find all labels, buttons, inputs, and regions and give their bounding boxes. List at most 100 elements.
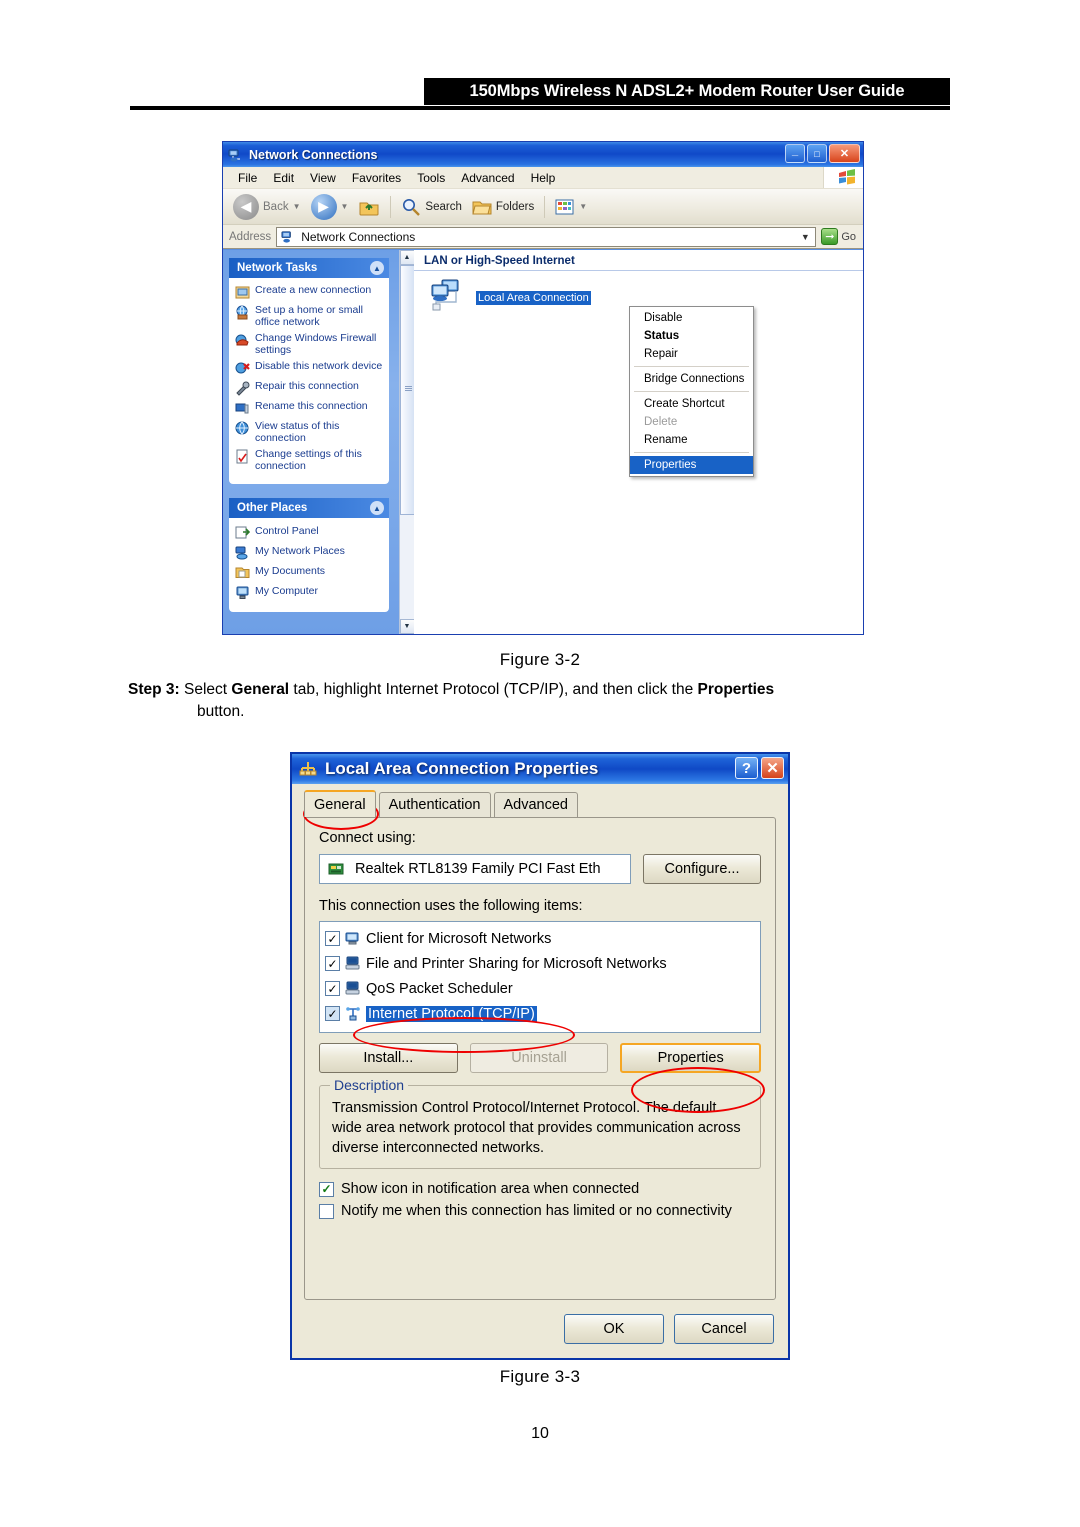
tab-authentication[interactable]: Authentication <box>378 792 491 817</box>
notify-checkbox-row[interactable]: Notify me when this connection has limit… <box>319 1203 761 1219</box>
close-button[interactable]: ✕ <box>829 144 860 163</box>
sidebar-item-setup-home-network[interactable]: Set up a home or small office network <box>235 304 385 328</box>
forward-arrow-icon: ▶ <box>310 193 337 220</box>
forward-button[interactable]: ▶ ▼ <box>307 192 353 222</box>
install-button[interactable]: Install... <box>319 1043 458 1073</box>
context-menu-item-bridge-connections[interactable]: Bridge Connections <box>630 370 753 388</box>
search-label: Search <box>425 200 462 213</box>
qos-icon <box>345 981 361 996</box>
menu-tools[interactable]: Tools <box>409 169 453 187</box>
up-button[interactable] <box>354 194 384 220</box>
sidebar-item-change-settings[interactable]: Change settings of this connection <box>235 448 385 472</box>
network-tasks-header[interactable]: Network Tasks ▲ <box>229 258 389 278</box>
menu-help[interactable]: Help <box>523 169 564 187</box>
context-menu-item-create-shortcut[interactable]: Create Shortcut <box>630 395 753 413</box>
connection-label: Local Area Connection <box>476 291 591 305</box>
item-checkbox[interactable]: ✓ <box>325 1006 340 1021</box>
up-folder-icon <box>359 202 379 215</box>
tab-general[interactable]: General <box>304 790 376 817</box>
chevron-up-icon[interactable]: ▲ <box>370 261 384 275</box>
views-button[interactable]: ▼ <box>551 196 591 218</box>
scrollbar-thumb[interactable] <box>399 265 415 515</box>
network-tasks-panel: Network Tasks ▲ Create a new connection … <box>229 258 389 484</box>
context-menu-item-status[interactable]: Status <box>630 327 753 345</box>
context-menu-item-repair[interactable]: Repair <box>630 345 753 363</box>
menu-favorites[interactable]: Favorites <box>344 169 409 187</box>
sidebar-item-my-documents[interactable]: My Documents <box>235 564 385 580</box>
item-checkbox[interactable]: ✓ <box>325 931 340 946</box>
tcpip-icon <box>345 1006 361 1021</box>
sidebar-item-my-network-places[interactable]: My Network Places <box>235 544 385 560</box>
menu-file[interactable]: File <box>230 169 265 187</box>
folders-button[interactable]: Folders <box>468 196 538 218</box>
list-item[interactable]: ✓ File and Printer Sharing for Microsoft… <box>323 951 757 976</box>
context-menu[interactable]: Disable Status Repair Bridge Connections… <box>629 306 754 477</box>
menu-edit[interactable]: Edit <box>265 169 302 187</box>
rename-icon <box>235 401 250 416</box>
back-dropdown-icon[interactable]: ▼ <box>293 202 301 211</box>
item-checkbox[interactable]: ✓ <box>325 981 340 996</box>
item-checkbox[interactable]: ✓ <box>325 956 340 971</box>
window-title: Network Connections <box>249 147 378 162</box>
sidebar-item-label: Repair this connection <box>255 380 359 392</box>
sidebar-scrollbar[interactable]: ▲ ▼ <box>399 250 415 634</box>
help-button[interactable]: ? <box>735 757 758 779</box>
dialog-close-button[interactable]: ✕ <box>761 757 784 779</box>
list-item[interactable]: ✓ Internet Protocol (TCP/IP) <box>323 1001 757 1026</box>
sidebar-item-repair-connection[interactable]: Repair this connection <box>235 380 385 396</box>
address-dropdown-icon[interactable]: ▼ <box>797 232 813 242</box>
lan-connection-icon <box>430 278 472 314</box>
list-item[interactable]: Local Area Connection <box>430 278 591 314</box>
sidebar-item-disable-device[interactable]: Disable this network device <box>235 360 385 376</box>
views-dropdown-icon[interactable]: ▼ <box>579 202 587 211</box>
context-menu-item-properties[interactable]: Properties <box>630 456 753 474</box>
scrollbar-grip-icon <box>404 386 412 392</box>
menu-advanced[interactable]: Advanced <box>453 169 522 187</box>
menu-view[interactable]: View <box>302 169 344 187</box>
step-3-bold-general: General <box>231 681 290 698</box>
scrollbar-track[interactable] <box>399 265 415 619</box>
address-input[interactable]: Network Connections ▼ <box>276 226 817 247</box>
firewall-icon <box>235 333 250 348</box>
other-places-header[interactable]: Other Places ▲ <box>229 498 389 518</box>
notify-checkbox[interactable] <box>319 1203 334 1219</box>
show-icon-checkbox[interactable]: ✓ <box>319 1181 334 1197</box>
home-network-icon <box>235 305 250 320</box>
show-icon-checkbox-row[interactable]: ✓ Show icon in notification area when co… <box>319 1181 761 1197</box>
configure-button[interactable]: Configure... <box>643 854 761 884</box>
context-menu-item-disable[interactable]: Disable <box>630 309 753 327</box>
search-button[interactable]: Search <box>397 195 465 219</box>
ok-button[interactable]: OK <box>564 1314 664 1344</box>
sidebar-item-my-computer[interactable]: My Computer <box>235 584 385 600</box>
header-rule <box>130 106 950 110</box>
sidebar-item-label: Control Panel <box>255 525 319 537</box>
sidebar-item-create-connection[interactable]: Create a new connection <box>235 284 385 300</box>
chevron-up-icon[interactable]: ▲ <box>370 501 384 515</box>
sidebar-item-windows-firewall[interactable]: Change Windows Firewall settings <box>235 332 385 356</box>
context-menu-separator <box>634 391 749 392</box>
back-button[interactable]: ◀ Back ▼ <box>229 192 305 222</box>
network-connections-icon <box>228 147 244 163</box>
item-label: Internet Protocol (TCP/IP) <box>365 1004 538 1023</box>
sidebar-item-rename-connection[interactable]: Rename this connection <box>235 400 385 416</box>
list-item[interactable]: ✓ QoS Packet Scheduler <box>323 976 757 1001</box>
sidebar-item-label: Disable this network device <box>255 360 383 372</box>
tab-advanced[interactable]: Advanced <box>493 792 578 817</box>
maximize-button[interactable]: □ <box>807 144 827 163</box>
group-header-lan: LAN or High-Speed Internet <box>414 250 863 271</box>
properties-button[interactable]: Properties <box>620 1043 762 1073</box>
sidebar-item-view-status[interactable]: View status of this connection <box>235 420 385 444</box>
go-button[interactable]: ➞ Go <box>816 228 861 245</box>
forward-dropdown-icon[interactable]: ▼ <box>341 202 349 211</box>
item-label: Client for Microsoft Networks <box>366 930 552 947</box>
sidebar-item-control-panel[interactable]: Control Panel <box>235 524 385 540</box>
sidebar-item-label: My Network Places <box>255 545 345 557</box>
network-items-list[interactable]: ✓ Client for Microsoft Networks ✓ File a… <box>319 921 761 1033</box>
cancel-button[interactable]: Cancel <box>674 1314 774 1344</box>
scroll-up-icon[interactable]: ▲ <box>399 250 415 265</box>
context-menu-item-rename[interactable]: Rename <box>630 431 753 449</box>
scroll-down-icon[interactable]: ▼ <box>399 619 415 634</box>
minimize-button[interactable]: _ <box>785 144 805 163</box>
windows-flag-icon <box>837 168 857 186</box>
list-item[interactable]: ✓ Client for Microsoft Networks <box>323 926 757 951</box>
